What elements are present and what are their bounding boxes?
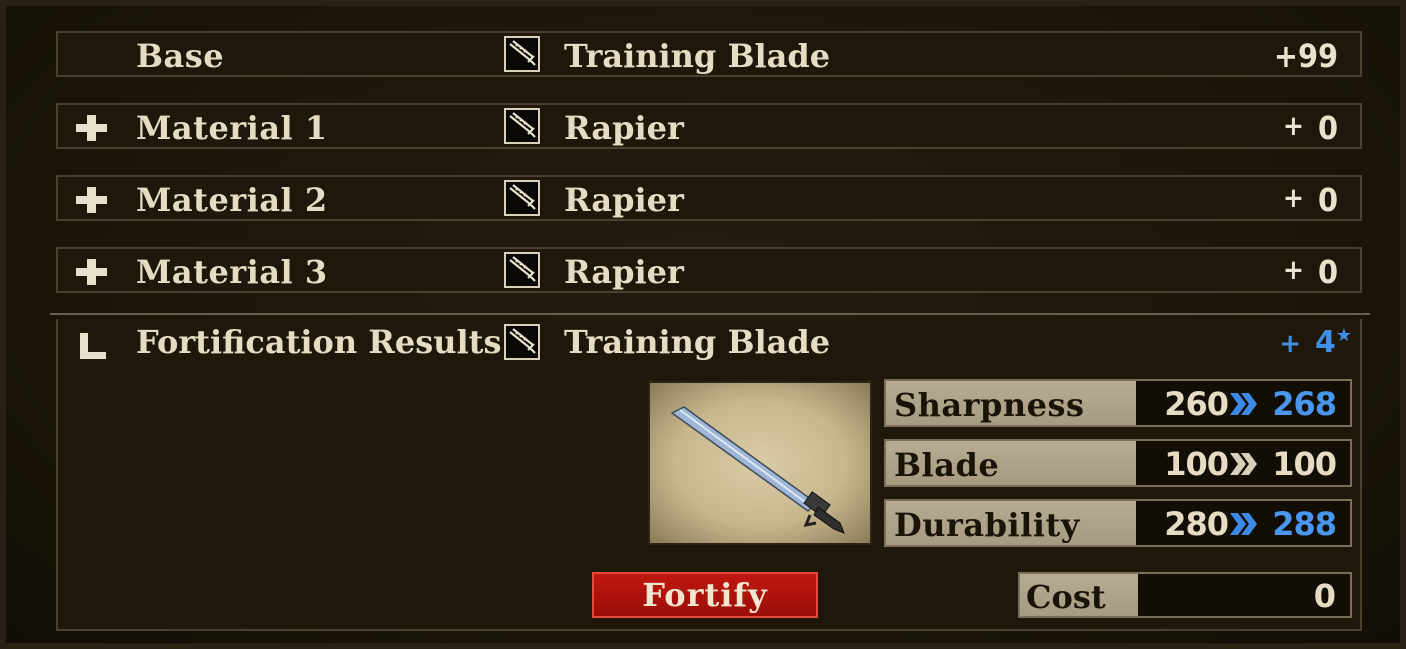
result-level: +4★ xyxy=(1279,325,1352,360)
star-icon: ★ xyxy=(1335,325,1352,346)
row-base[interactable]: Base Training Blade +99 xyxy=(56,31,1362,77)
cost-box: Cost 0 xyxy=(1018,572,1352,618)
level-prefix: + xyxy=(1273,37,1298,75)
sword-icon xyxy=(504,108,540,144)
row-material-3[interactable]: Material 3 Rapier +0 xyxy=(56,247,1362,293)
plus-icon xyxy=(76,187,107,213)
weapon-level: +0 xyxy=(1283,181,1338,219)
stat-old-value: 260 xyxy=(1164,385,1229,423)
cost-value: 0 xyxy=(1313,577,1336,615)
weapon-name: Rapier xyxy=(564,181,684,219)
row-label: Material 2 xyxy=(136,181,328,219)
corner-arrow-icon xyxy=(76,333,106,359)
stat-name: Durability xyxy=(886,501,1136,545)
stat-new-value: 268 xyxy=(1272,385,1337,423)
weapon-image xyxy=(648,381,872,545)
row-material-1[interactable]: Material 1 Rapier +0 xyxy=(56,103,1362,149)
cost-label: Cost xyxy=(1020,574,1138,616)
weapon-level: +99 xyxy=(1274,37,1338,75)
level-value: 4 xyxy=(1314,325,1336,360)
weapon-level: +0 xyxy=(1283,253,1338,291)
fortify-panel: Base Training Blade +99 Material 1 Rapie… xyxy=(0,0,1406,649)
sword-icon xyxy=(504,324,540,360)
fortify-button[interactable]: Fortify xyxy=(592,572,818,618)
stat-new-value: 100 xyxy=(1272,445,1337,483)
level-value: 0 xyxy=(1317,109,1338,147)
stat-name: Blade Length xyxy=(886,441,1136,532)
row-material-2[interactable]: Material 2 Rapier +0 xyxy=(56,175,1362,221)
stat-sharpness: Sharpness 260 268 xyxy=(884,379,1352,427)
result-weapon-name: Training Blade xyxy=(564,323,831,361)
sword-icon xyxy=(504,252,540,288)
level-value: 0 xyxy=(1317,253,1338,291)
row-label: Material 3 xyxy=(136,253,328,291)
level-prefix: + xyxy=(1279,329,1301,359)
level-value: 0 xyxy=(1317,181,1338,219)
level-prefix: + xyxy=(1282,109,1304,142)
stat-old-value: 100 xyxy=(1164,445,1229,483)
stat-blade-length: Blade Length 100 100 xyxy=(884,439,1352,532)
fortification-results: Fortification Results Training Blade +4★… xyxy=(56,319,1362,631)
stat-new-value: 288 xyxy=(1272,505,1337,543)
stat-durability: Durability 280 288 xyxy=(884,499,1352,547)
results-label: Fortification Results xyxy=(136,323,502,361)
weapon-name: Rapier xyxy=(564,109,684,147)
chevron-right-icon xyxy=(1230,453,1257,475)
weapon-name: Rapier xyxy=(564,253,684,291)
stat-old-value: 280 xyxy=(1164,505,1229,543)
sword-icon xyxy=(504,180,540,216)
level-prefix: + xyxy=(1282,253,1304,286)
weapon-level: +0 xyxy=(1283,109,1338,147)
sword-icon xyxy=(504,36,540,72)
row-label: Material 1 xyxy=(136,109,328,147)
sword-illustration xyxy=(670,406,845,534)
chevron-right-icon xyxy=(1230,513,1257,535)
chevron-right-icon xyxy=(1230,393,1257,415)
plus-icon xyxy=(76,259,107,285)
level-value: 99 xyxy=(1297,37,1338,75)
weapon-name: Training Blade xyxy=(564,37,831,75)
section-divider xyxy=(50,313,1370,315)
stat-name: Sharpness xyxy=(886,381,1136,425)
row-label: Base xyxy=(136,37,225,75)
level-prefix: + xyxy=(1282,181,1304,214)
plus-icon xyxy=(76,115,107,141)
